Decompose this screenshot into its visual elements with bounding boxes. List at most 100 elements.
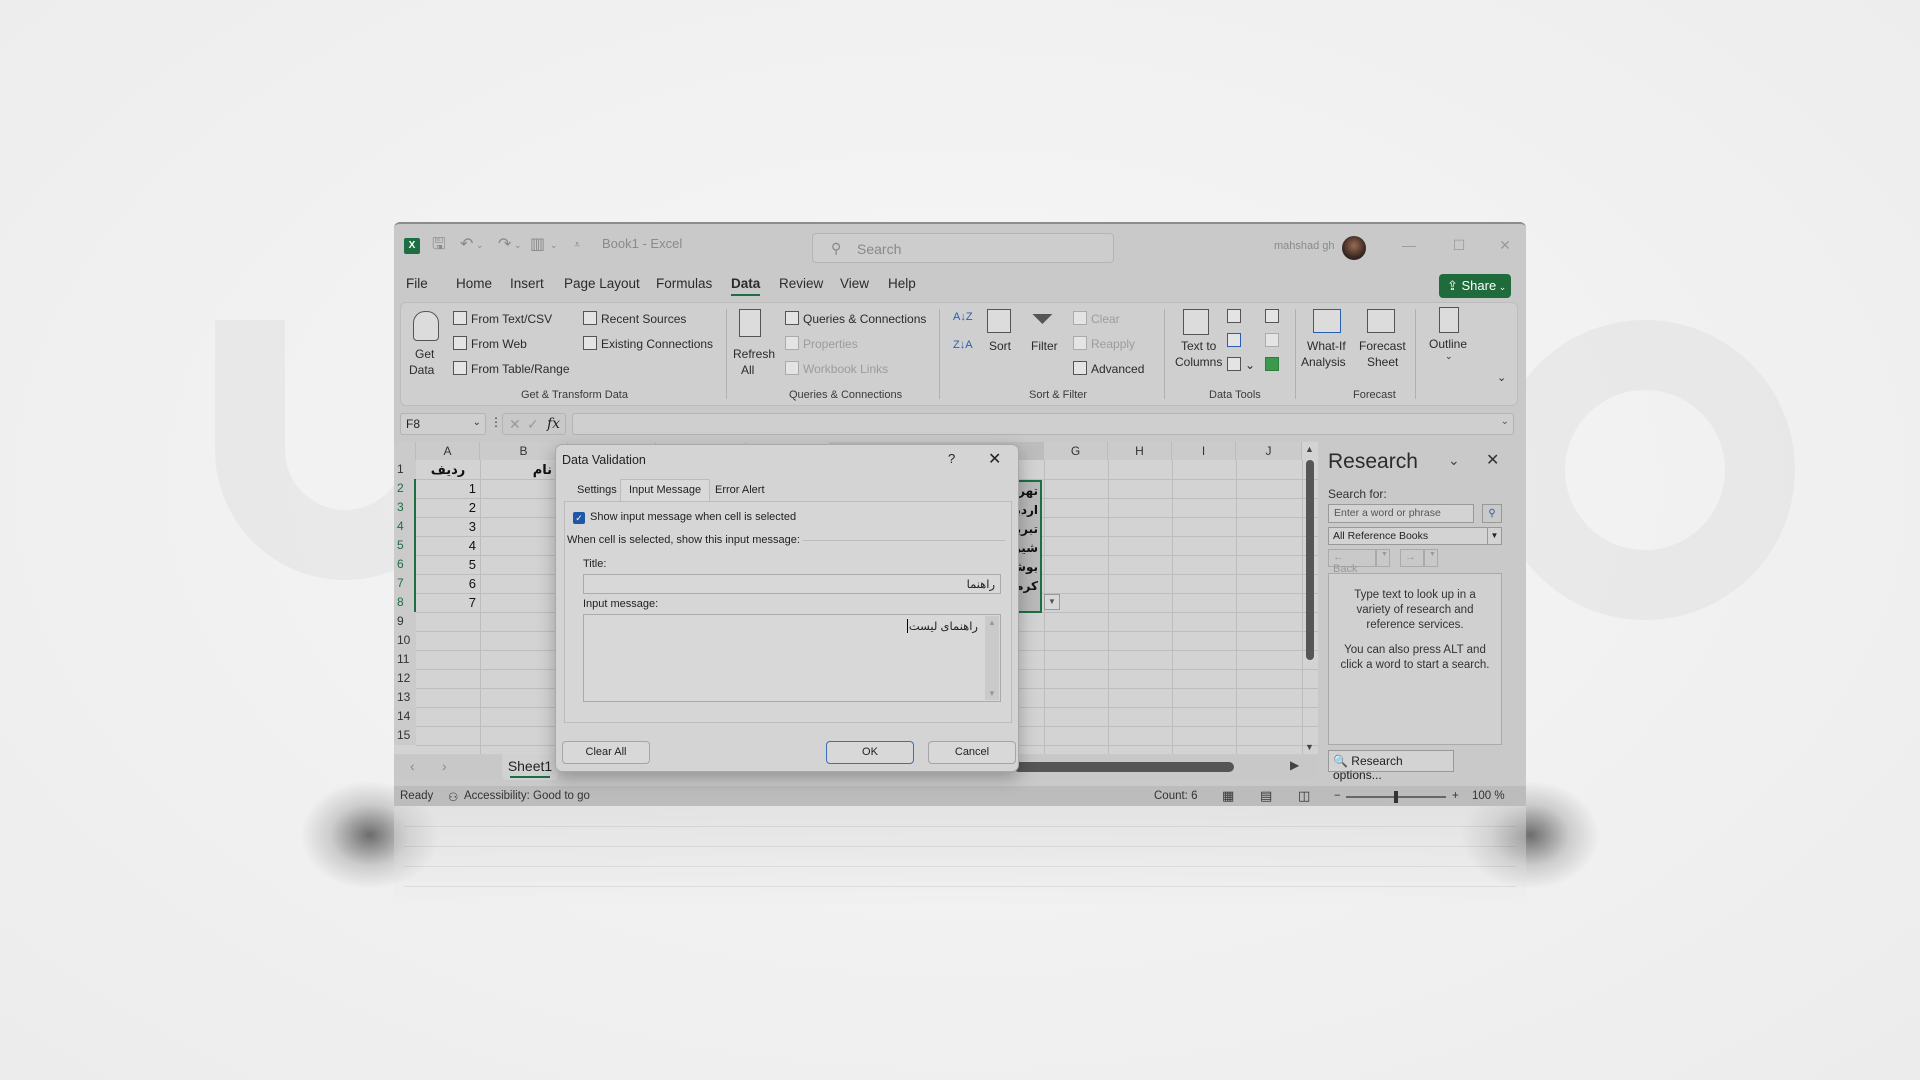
- row-header[interactable]: 2: [394, 479, 416, 498]
- ok-button[interactable]: OK: [826, 741, 914, 764]
- row-header[interactable]: 6: [394, 555, 416, 574]
- tab-file[interactable]: File: [406, 276, 428, 291]
- minimize-icon[interactable]: —: [1394, 234, 1424, 256]
- enter-formula-icon[interactable]: ✓: [527, 416, 539, 433]
- scrollbar-thumb[interactable]: [1306, 460, 1314, 660]
- queries-connections-button[interactable]: Queries & Connections: [785, 311, 926, 326]
- expand-formula-icon[interactable]: ⌄: [1501, 416, 1509, 427]
- close-icon[interactable]: ✕: [988, 449, 1001, 469]
- row-header[interactable]: 14: [394, 707, 416, 726]
- cell-a2[interactable]: 1: [416, 479, 480, 498]
- row-header[interactable]: 10: [394, 631, 416, 650]
- advanced-button[interactable]: Advanced: [1073, 361, 1144, 376]
- scroll-up-icon[interactable]: ▲: [988, 618, 996, 627]
- share-button[interactable]: ⇪ Share ⌄: [1439, 274, 1511, 298]
- tab-insert[interactable]: Insert: [510, 276, 544, 291]
- row-header[interactable]: 13: [394, 688, 416, 707]
- flash-fill-button[interactable]: [1227, 309, 1245, 324]
- tab-page-layout[interactable]: Page Layout: [564, 276, 640, 291]
- redo-icon[interactable]: ↷: [498, 234, 511, 256]
- column-header-i[interactable]: I: [1172, 442, 1236, 460]
- save-icon[interactable]: 🖫: [432, 234, 446, 256]
- show-input-checkbox[interactable]: ✓: [573, 512, 585, 524]
- back-button[interactable]: ← Back: [1328, 549, 1376, 575]
- cell-a3[interactable]: 2: [416, 498, 480, 517]
- collapse-ribbon-icon[interactable]: ⌄: [1497, 371, 1506, 384]
- row-header[interactable]: 1: [394, 460, 416, 479]
- forward-arrow-icon[interactable]: →: [1400, 549, 1424, 567]
- back-dropdown-icon[interactable]: ▼: [1376, 549, 1390, 567]
- tab-review[interactable]: Review: [779, 276, 823, 291]
- undo-icon[interactable]: ↶: [460, 234, 473, 256]
- workbook-links-button[interactable]: Workbook Links: [785, 361, 888, 376]
- tab-home[interactable]: Home: [456, 276, 492, 291]
- data-validation-button[interactable]: ⌄: [1227, 357, 1255, 372]
- vertical-scrollbar[interactable]: ▲ ▼: [1302, 442, 1318, 772]
- chevron-down-icon[interactable]: ⌄: [1448, 452, 1460, 469]
- consolidate-button[interactable]: [1265, 309, 1283, 324]
- zoom-in-icon[interactable]: +: [1452, 790, 1459, 802]
- clear-all-button[interactable]: Clear All: [562, 741, 650, 764]
- cell-a7[interactable]: 6: [416, 574, 480, 593]
- row-header[interactable]: 9: [394, 612, 416, 631]
- cancel-button[interactable]: Cancel: [928, 741, 1016, 764]
- remove-duplicates-button[interactable]: [1227, 333, 1245, 348]
- maximize-icon[interactable]: ☐: [1444, 234, 1474, 256]
- scroll-up-icon[interactable]: ▲: [1305, 444, 1314, 454]
- tab-settings[interactable]: Settings: [568, 479, 626, 501]
- cell-a6[interactable]: 5: [416, 555, 480, 574]
- cell-a8[interactable]: 7: [416, 593, 480, 612]
- page-layout-view-icon[interactable]: ▤: [1260, 788, 1272, 804]
- row-header[interactable]: 8: [394, 593, 416, 612]
- show-input-checkbox-label[interactable]: Show input message when cell is selected: [590, 511, 796, 523]
- row-header[interactable]: 7: [394, 574, 416, 593]
- tab-help[interactable]: Help: [888, 276, 916, 291]
- cell-a4[interactable]: 3: [416, 517, 480, 536]
- cell-a5[interactable]: 4: [416, 536, 480, 555]
- tab-view[interactable]: View: [840, 276, 869, 291]
- data-model-button[interactable]: [1265, 357, 1283, 372]
- prev-sheet-icon[interactable]: ‹: [410, 758, 415, 774]
- close-pane-icon[interactable]: ✕: [1486, 450, 1499, 470]
- clear-button[interactable]: Clear: [1073, 311, 1120, 326]
- undo-dropdown-icon[interactable]: ⌄: [476, 234, 484, 256]
- chart-icon[interactable]: ▥: [530, 234, 545, 256]
- redo-dropdown-icon[interactable]: ⌄: [514, 234, 522, 256]
- research-search-input[interactable]: Enter a word or phrase: [1328, 504, 1474, 523]
- row-header[interactable]: 4: [394, 517, 416, 536]
- existing-connections-button[interactable]: Existing Connections: [583, 336, 713, 351]
- input-message-textarea[interactable]: راهنمای لیست ▲ ▼: [583, 614, 1001, 702]
- cancel-formula-icon[interactable]: ✕: [509, 416, 521, 433]
- from-web-button[interactable]: From Web: [453, 336, 527, 351]
- textarea-scrollbar[interactable]: ▲ ▼: [985, 616, 999, 700]
- scroll-right-icon[interactable]: ▶: [1290, 758, 1299, 772]
- name-box[interactable]: F8 ⌄: [400, 413, 486, 435]
- from-text-csv-button[interactable]: From Text/CSV: [453, 311, 552, 326]
- relationships-button[interactable]: [1265, 333, 1283, 348]
- row-header[interactable]: 3: [394, 498, 416, 517]
- tab-data[interactable]: Data: [731, 276, 761, 296]
- cell-a1[interactable]: ردیف: [416, 460, 480, 479]
- column-header-a[interactable]: A: [416, 442, 480, 460]
- column-header-j[interactable]: J: [1236, 442, 1302, 460]
- sort-a-z-button[interactable]: A↓Z: [953, 311, 973, 323]
- search-input[interactable]: ⚲ Search: [812, 233, 1114, 263]
- reference-source-select[interactable]: All Reference Books ▼: [1328, 527, 1502, 545]
- tab-error-alert[interactable]: Error Alert: [706, 479, 774, 501]
- dropdown-arrow-icon[interactable]: ▼: [1044, 594, 1060, 610]
- help-icon[interactable]: ?: [948, 451, 955, 466]
- tab-input-message[interactable]: Input Message: [620, 479, 711, 501]
- close-window-icon[interactable]: ✕: [1490, 234, 1520, 256]
- horizontal-scrollbar[interactable]: [1014, 762, 1234, 772]
- sheet-tab-sheet1[interactable]: Sheet1: [502, 754, 558, 780]
- row-header[interactable]: 5: [394, 536, 416, 555]
- properties-button[interactable]: Properties: [785, 336, 858, 351]
- zoom-slider[interactable]: [1346, 791, 1446, 803]
- customize-qat-icon[interactable]: ⩡: [574, 234, 580, 256]
- chart-dropdown-icon[interactable]: ⌄: [550, 234, 558, 256]
- research-options-button[interactable]: 🔍 Research options...: [1328, 750, 1454, 782]
- column-header-h[interactable]: H: [1108, 442, 1172, 460]
- column-header-g[interactable]: G: [1044, 442, 1108, 460]
- next-sheet-icon[interactable]: ›: [442, 758, 447, 774]
- accessibility-status[interactable]: Accessibility: Good to go: [464, 790, 590, 802]
